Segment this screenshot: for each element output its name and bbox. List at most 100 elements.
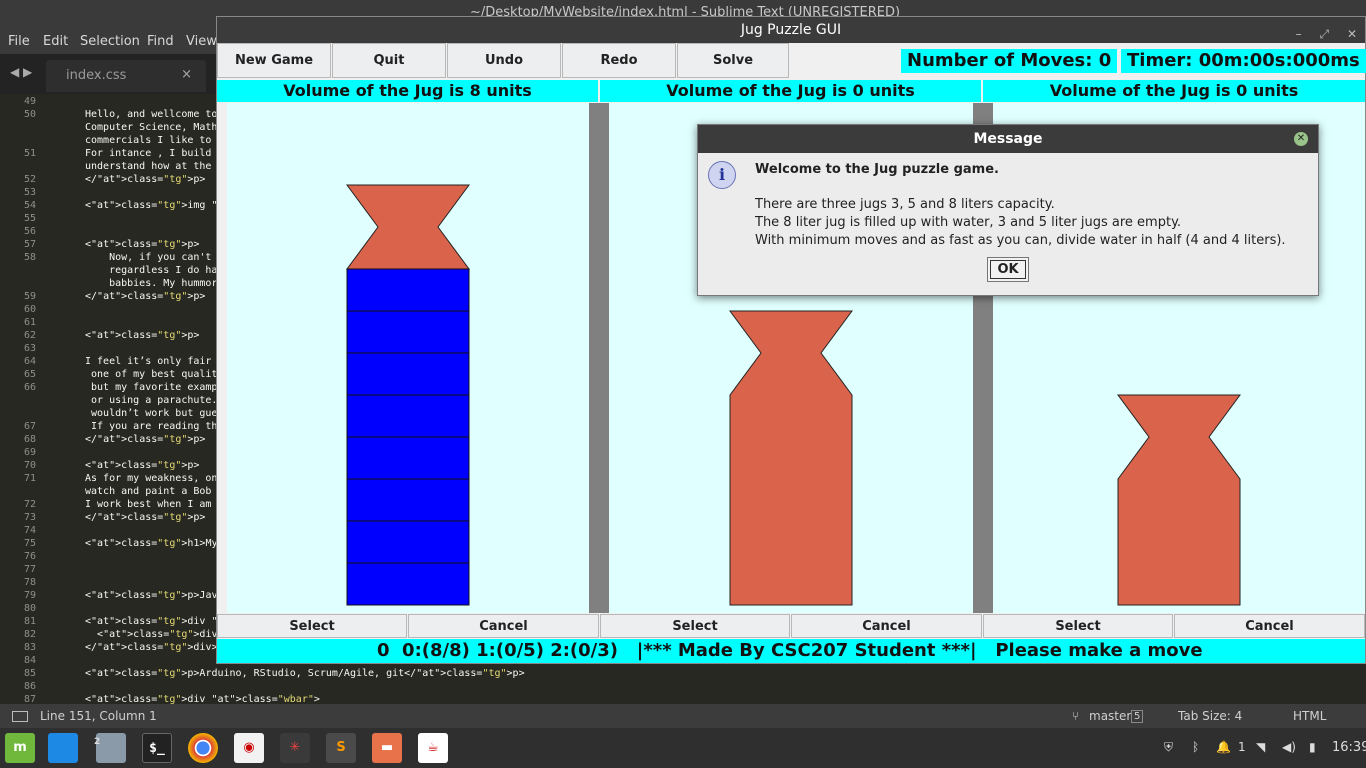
line-number: 83 bbox=[23, 642, 36, 653]
dialog-line-initial-state: The 8 liter jug is filled up with water,… bbox=[755, 215, 1182, 230]
bluetooth-icon[interactable]: ᛒ bbox=[1192, 740, 1199, 754]
solve-button[interactable]: Solve bbox=[677, 43, 789, 78]
code-line: </"at">class="tg">div> bbox=[85, 642, 218, 653]
dialog-line-capacities: There are three jugs 3, 5 and 8 liters c… bbox=[755, 197, 1055, 212]
close-tab-icon[interactable]: × bbox=[181, 67, 192, 82]
jug-2-select-button[interactable]: Select bbox=[983, 614, 1173, 638]
jug-divider bbox=[589, 103, 609, 613]
jug-1-cancel-button[interactable]: Cancel bbox=[791, 614, 982, 638]
shield-icon[interactable]: ⛨ bbox=[1164, 740, 1173, 755]
line-number: 67 bbox=[23, 421, 36, 432]
line-number: 79 bbox=[23, 590, 36, 601]
dialog-close-icon[interactable]: ✕ bbox=[1294, 132, 1308, 146]
menu-find[interactable]: Find bbox=[147, 34, 174, 49]
jug-window-titlebar[interactable]: Jug Puzzle GUI – ⤢ ✕ bbox=[217, 17, 1365, 43]
redo-button[interactable]: Redo bbox=[562, 43, 676, 78]
chrome-icon[interactable] bbox=[188, 733, 218, 763]
jug-0-select-button[interactable]: Select bbox=[217, 614, 407, 638]
files-icon[interactable]: 2 bbox=[94, 733, 126, 763]
line-number: 52 bbox=[23, 174, 36, 185]
code-line: Computer Science, Math bbox=[85, 122, 218, 133]
water-unit bbox=[346, 310, 470, 354]
line-number: 59 bbox=[23, 291, 36, 302]
line-number: 69 bbox=[23, 447, 36, 458]
code-line: </"at">class="tg">p> bbox=[85, 434, 206, 445]
maximize-icon[interactable]: ⤢ bbox=[1320, 27, 1330, 41]
jug-0-volume-header: Volume of the Jug is 8 units bbox=[217, 80, 598, 102]
code-line: </"at">class="tg">p> bbox=[85, 291, 206, 302]
line-number: 78 bbox=[23, 577, 36, 588]
line-number: 64 bbox=[23, 356, 36, 367]
code-line: regardless I do ha bbox=[85, 265, 218, 276]
jug-1-select-button[interactable]: Select bbox=[600, 614, 790, 638]
jug-0-panel bbox=[227, 103, 589, 613]
panel-toggle-icon[interactable] bbox=[12, 711, 28, 722]
jug-2-cancel-button[interactable]: Cancel bbox=[1174, 614, 1365, 638]
folder-badge: 2 bbox=[94, 737, 101, 747]
terminal-icon[interactable]: $_ bbox=[142, 733, 172, 763]
dialog-title: Message bbox=[973, 131, 1043, 147]
line-number: 51 bbox=[23, 148, 36, 159]
syntax-mode[interactable]: HTML bbox=[1293, 709, 1326, 723]
notification-count: 1 bbox=[1238, 740, 1246, 754]
sublime-tabbar: ◀ ▶ index.css × bbox=[0, 54, 216, 94]
jug-puzzle-window: Jug Puzzle GUI – ⤢ ✕ New Game Quit Undo … bbox=[216, 16, 1366, 664]
sublime-text-icon[interactable]: S bbox=[326, 733, 356, 763]
line-number: 71 bbox=[23, 473, 36, 484]
code-line: If you are reading th bbox=[85, 421, 218, 432]
line-number: 77 bbox=[23, 564, 36, 575]
code-line: babbies. My hummor bbox=[85, 278, 218, 289]
code-line: understand how at the bbox=[85, 161, 212, 172]
clock[interactable]: 16:39 bbox=[1332, 740, 1366, 755]
quit-button[interactable]: Quit bbox=[332, 43, 446, 78]
java-app-icon[interactable]: ☕ bbox=[418, 733, 448, 763]
spider-app-icon[interactable]: ✳ bbox=[280, 733, 310, 763]
show-desktop-icon[interactable] bbox=[48, 733, 78, 763]
tab-nav-arrows-icon[interactable]: ◀ ▶ bbox=[10, 65, 32, 79]
code-line: I work best when I am bbox=[85, 499, 212, 510]
code-line: one of my best qualit bbox=[85, 369, 218, 380]
undo-button[interactable]: Undo bbox=[447, 43, 561, 78]
menu-file[interactable]: File bbox=[8, 34, 30, 49]
ok-button[interactable]: OK bbox=[987, 257, 1029, 282]
document-viewer-icon[interactable]: ◉ bbox=[234, 733, 264, 763]
jug-0-cancel-button[interactable]: Cancel bbox=[408, 614, 599, 638]
code-editor[interactable]: 49 50 Hello, and wellcome to Computer Scien… bbox=[0, 94, 525, 705]
water-unit bbox=[346, 478, 470, 522]
info-icon: i bbox=[708, 161, 736, 189]
jug-window-title: Jug Puzzle GUI bbox=[740, 22, 842, 38]
timer-display: Timer: 00m:00s:000ms bbox=[1121, 49, 1366, 73]
code-line: <"at">class="tg">p> bbox=[85, 460, 200, 471]
line-number: 73 bbox=[23, 512, 36, 523]
minimize-icon[interactable]: – bbox=[1296, 27, 1302, 41]
tab-index-css[interactable]: index.css × bbox=[46, 60, 206, 92]
git-branch[interactable]: master bbox=[1089, 709, 1131, 723]
line-number: 50 bbox=[23, 109, 36, 120]
code-line: </"at">class="tg">p> bbox=[85, 174, 206, 185]
tab-size[interactable]: Tab Size: 4 bbox=[1178, 709, 1242, 723]
close-icon[interactable]: ✕ bbox=[1347, 27, 1357, 41]
dialog-line-welcome: Welcome to the Jug puzzle game. bbox=[755, 162, 999, 177]
battery-icon[interactable]: ▮ bbox=[1309, 740, 1316, 754]
image-viewer-icon[interactable]: ▬ bbox=[372, 733, 402, 763]
volume-icon[interactable]: ◀) bbox=[1282, 740, 1296, 754]
wifi-icon[interactable]: ◥ bbox=[1256, 740, 1265, 754]
code-line: Hello, and wellcome to bbox=[85, 109, 218, 120]
jug-1-volume-header: Volume of the Jug is 0 units bbox=[600, 80, 981, 102]
line-number: 86 bbox=[23, 681, 36, 692]
jug-0-drawing bbox=[346, 184, 470, 606]
menu-selection[interactable]: Selection bbox=[80, 34, 140, 49]
jug-2-shape bbox=[1117, 394, 1241, 606]
line-number: 85 bbox=[23, 668, 36, 679]
new-game-button[interactable]: New Game bbox=[217, 43, 331, 78]
code-line: <"at">class="tg">p> bbox=[85, 330, 200, 341]
dialog-titlebar[interactable]: Message bbox=[698, 125, 1318, 153]
window-controls: – ⤢ ✕ bbox=[1282, 21, 1357, 47]
menu-view[interactable]: View bbox=[186, 34, 217, 49]
menu-edit[interactable]: Edit bbox=[43, 34, 68, 49]
line-number: 49 bbox=[23, 96, 36, 107]
jug-0-shape bbox=[346, 184, 470, 270]
mint-menu-icon[interactable]: m bbox=[5, 733, 35, 763]
line-number: 74 bbox=[23, 525, 36, 536]
notification-icon[interactable]: 🔔 bbox=[1216, 740, 1231, 754]
